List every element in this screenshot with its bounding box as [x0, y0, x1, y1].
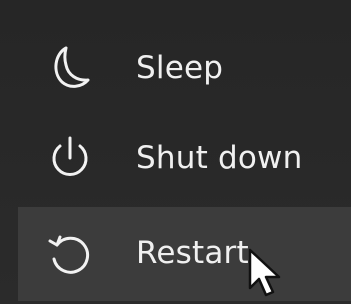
power-menu: Sleep Shut down Restart: [0, 0, 351, 301]
sleep-menu-item[interactable]: Sleep: [0, 22, 351, 114]
power-icon: [46, 134, 94, 182]
restart-icon: [46, 231, 94, 279]
restart-menu-item[interactable]: Restart: [0, 207, 351, 301]
mouse-cursor-icon: [246, 248, 286, 300]
shutdown-label: Shut down: [136, 140, 303, 176]
sleep-label: Sleep: [136, 50, 224, 86]
restart-label: Restart: [136, 235, 249, 271]
shutdown-menu-item[interactable]: Shut down: [0, 112, 351, 204]
moon-icon: [46, 44, 94, 92]
